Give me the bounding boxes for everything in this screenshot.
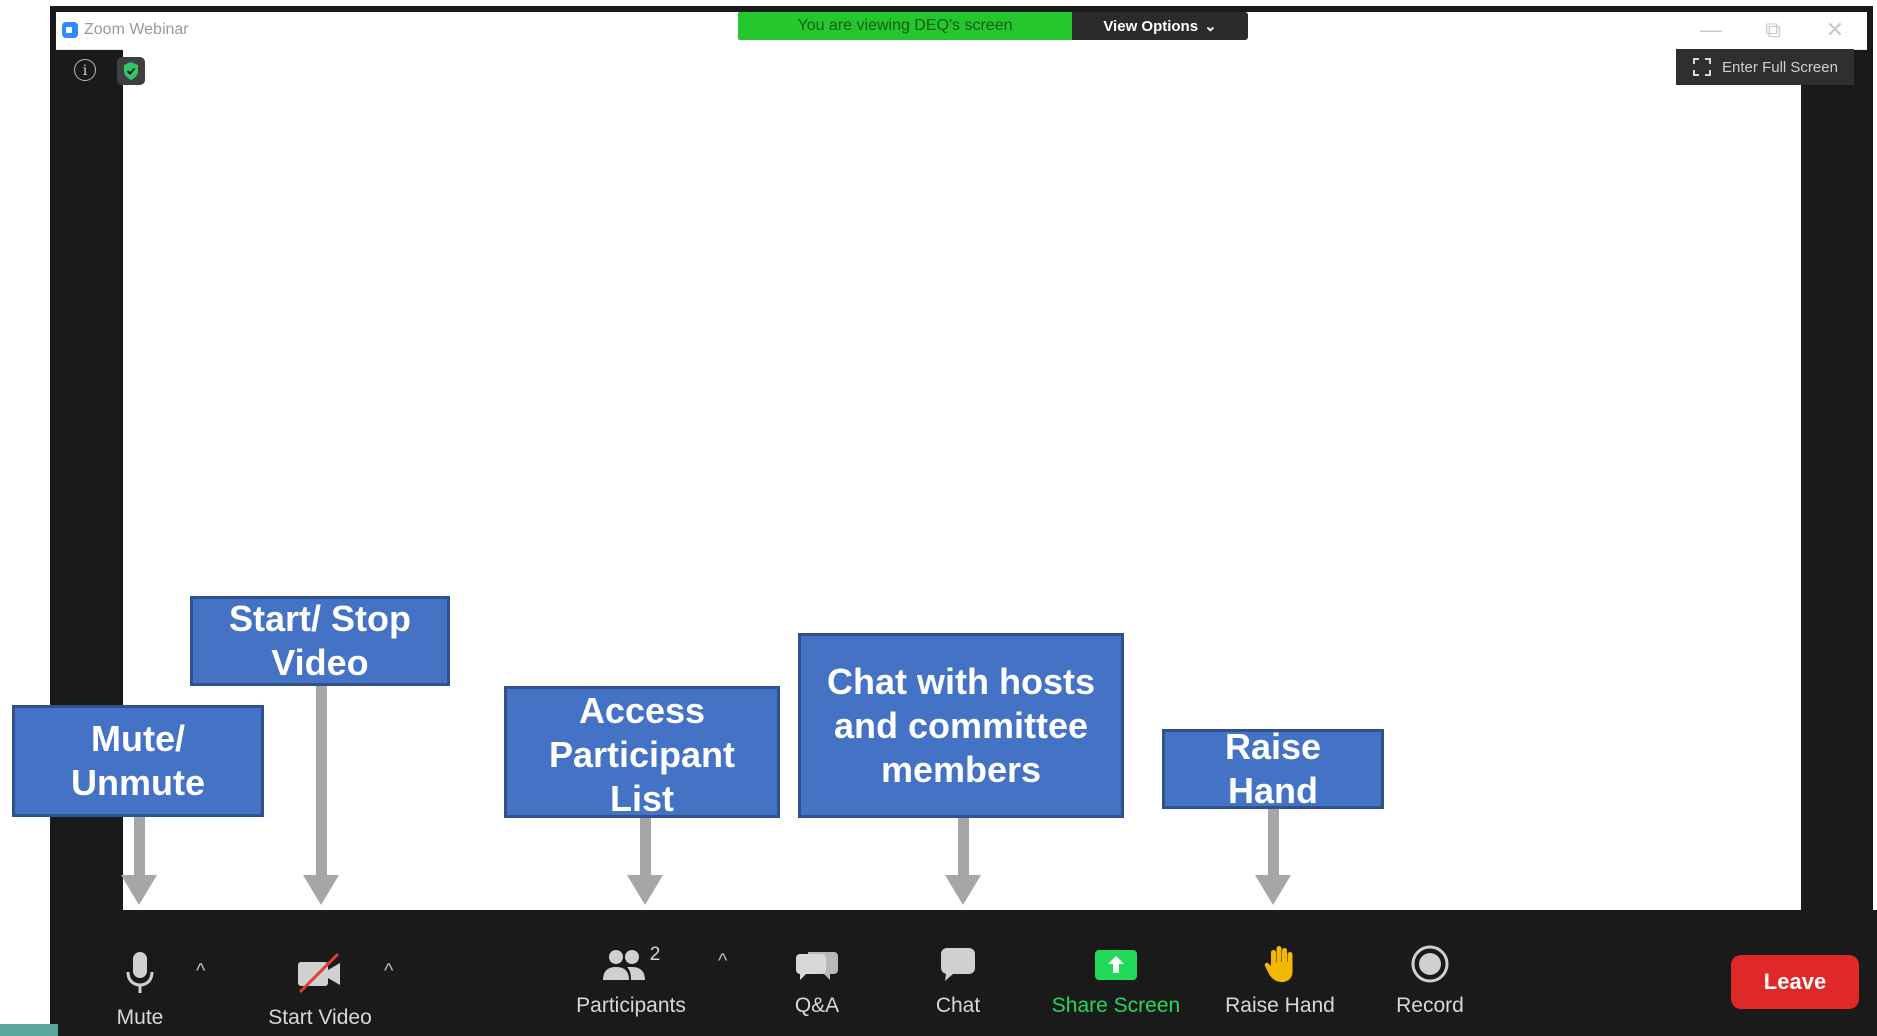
callout-mute: Mute/ Unmute	[12, 705, 264, 817]
window-title: Zoom Webinar	[84, 21, 189, 38]
enter-full-screen-label: Enter Full Screen	[1722, 58, 1838, 76]
arrow-participants-shaft	[640, 818, 651, 875]
chevron-down-icon: ⌄	[1204, 18, 1217, 35]
window-controls: — ⧉ ✕	[1699, 16, 1847, 44]
zoom-app-icon	[62, 22, 78, 38]
security-shield-icon[interactable]	[117, 57, 145, 85]
arrow-video-head	[303, 875, 339, 905]
video-options-caret[interactable]: ^	[384, 960, 393, 983]
callout-raise-hand: Raise Hand	[1162, 726, 1384, 811]
raise-hand-button[interactable]: Raise Hand	[1224, 938, 1336, 1018]
minimize-icon[interactable]: —	[1699, 16, 1723, 44]
arrow-video-shaft	[316, 686, 327, 875]
qa-button[interactable]: Q&A	[790, 938, 844, 1018]
record-icon	[1411, 945, 1449, 983]
arrow-raise-hand-head	[1255, 875, 1291, 905]
video-off-icon	[298, 952, 340, 994]
participants-count: 2	[649, 944, 661, 965]
qa-icon	[796, 952, 838, 980]
arrow-mute-head	[121, 875, 157, 905]
expand-icon	[1693, 58, 1712, 76]
arrow-chat-head	[945, 875, 981, 905]
participants-icon	[602, 950, 645, 980]
audio-options-caret[interactable]: ^	[196, 960, 205, 983]
chat-button[interactable]: Chat	[930, 938, 986, 1018]
arrow-raise-hand-shaft	[1268, 809, 1279, 875]
share-screen-button[interactable]: Share Screen	[1052, 938, 1180, 1018]
record-button[interactable]: Record	[1392, 938, 1468, 1018]
chat-label: Chat	[935, 994, 981, 1017]
viewing-status: You are viewing DEQ's screen	[738, 12, 1072, 40]
qa-label: Q&A	[794, 994, 840, 1017]
restore-icon[interactable]: ⧉	[1761, 16, 1785, 44]
chat-icon	[940, 948, 975, 981]
callout-chat: Chat with hosts and committee members	[798, 633, 1124, 818]
mute-label: Mute	[116, 1006, 164, 1029]
arrow-chat-shaft	[958, 818, 969, 875]
participants-options-caret[interactable]: ^	[718, 950, 727, 973]
arrow-participants-head	[627, 875, 663, 905]
share-screen-icon	[1095, 950, 1137, 980]
view-options-label: View Options	[1103, 17, 1199, 35]
participants-button[interactable]: 2 Participants	[572, 938, 690, 1018]
view-options-button[interactable]: View Options ⌄	[1072, 12, 1248, 40]
close-icon[interactable]: ✕	[1823, 16, 1847, 44]
microphone-icon	[126, 952, 154, 993]
meeting-info-icon[interactable]: i	[74, 59, 96, 81]
callout-video: Start/ Stop Video	[190, 596, 450, 686]
slide-accent	[0, 1024, 58, 1036]
callout-participants: Access Participant List	[504, 686, 780, 819]
participants-label: Participants	[576, 994, 686, 1017]
viewing-banner: You are viewing DEQ's screen View Option…	[738, 12, 1248, 40]
enter-full-screen-button[interactable]: Enter Full Screen	[1676, 49, 1854, 85]
mute-button[interactable]: Mute	[108, 950, 172, 1030]
arrow-mute-shaft	[134, 817, 145, 875]
start-video-label: Start Video	[268, 1006, 372, 1029]
leave-button[interactable]: Leave	[1731, 955, 1859, 1009]
raise-hand-label: Raise Hand	[1225, 994, 1335, 1017]
start-video-button[interactable]: Start Video	[258, 950, 382, 1030]
raise-hand-icon	[1264, 946, 1293, 982]
share-screen-label: Share Screen	[1051, 994, 1181, 1017]
record-label: Record	[1396, 994, 1464, 1017]
